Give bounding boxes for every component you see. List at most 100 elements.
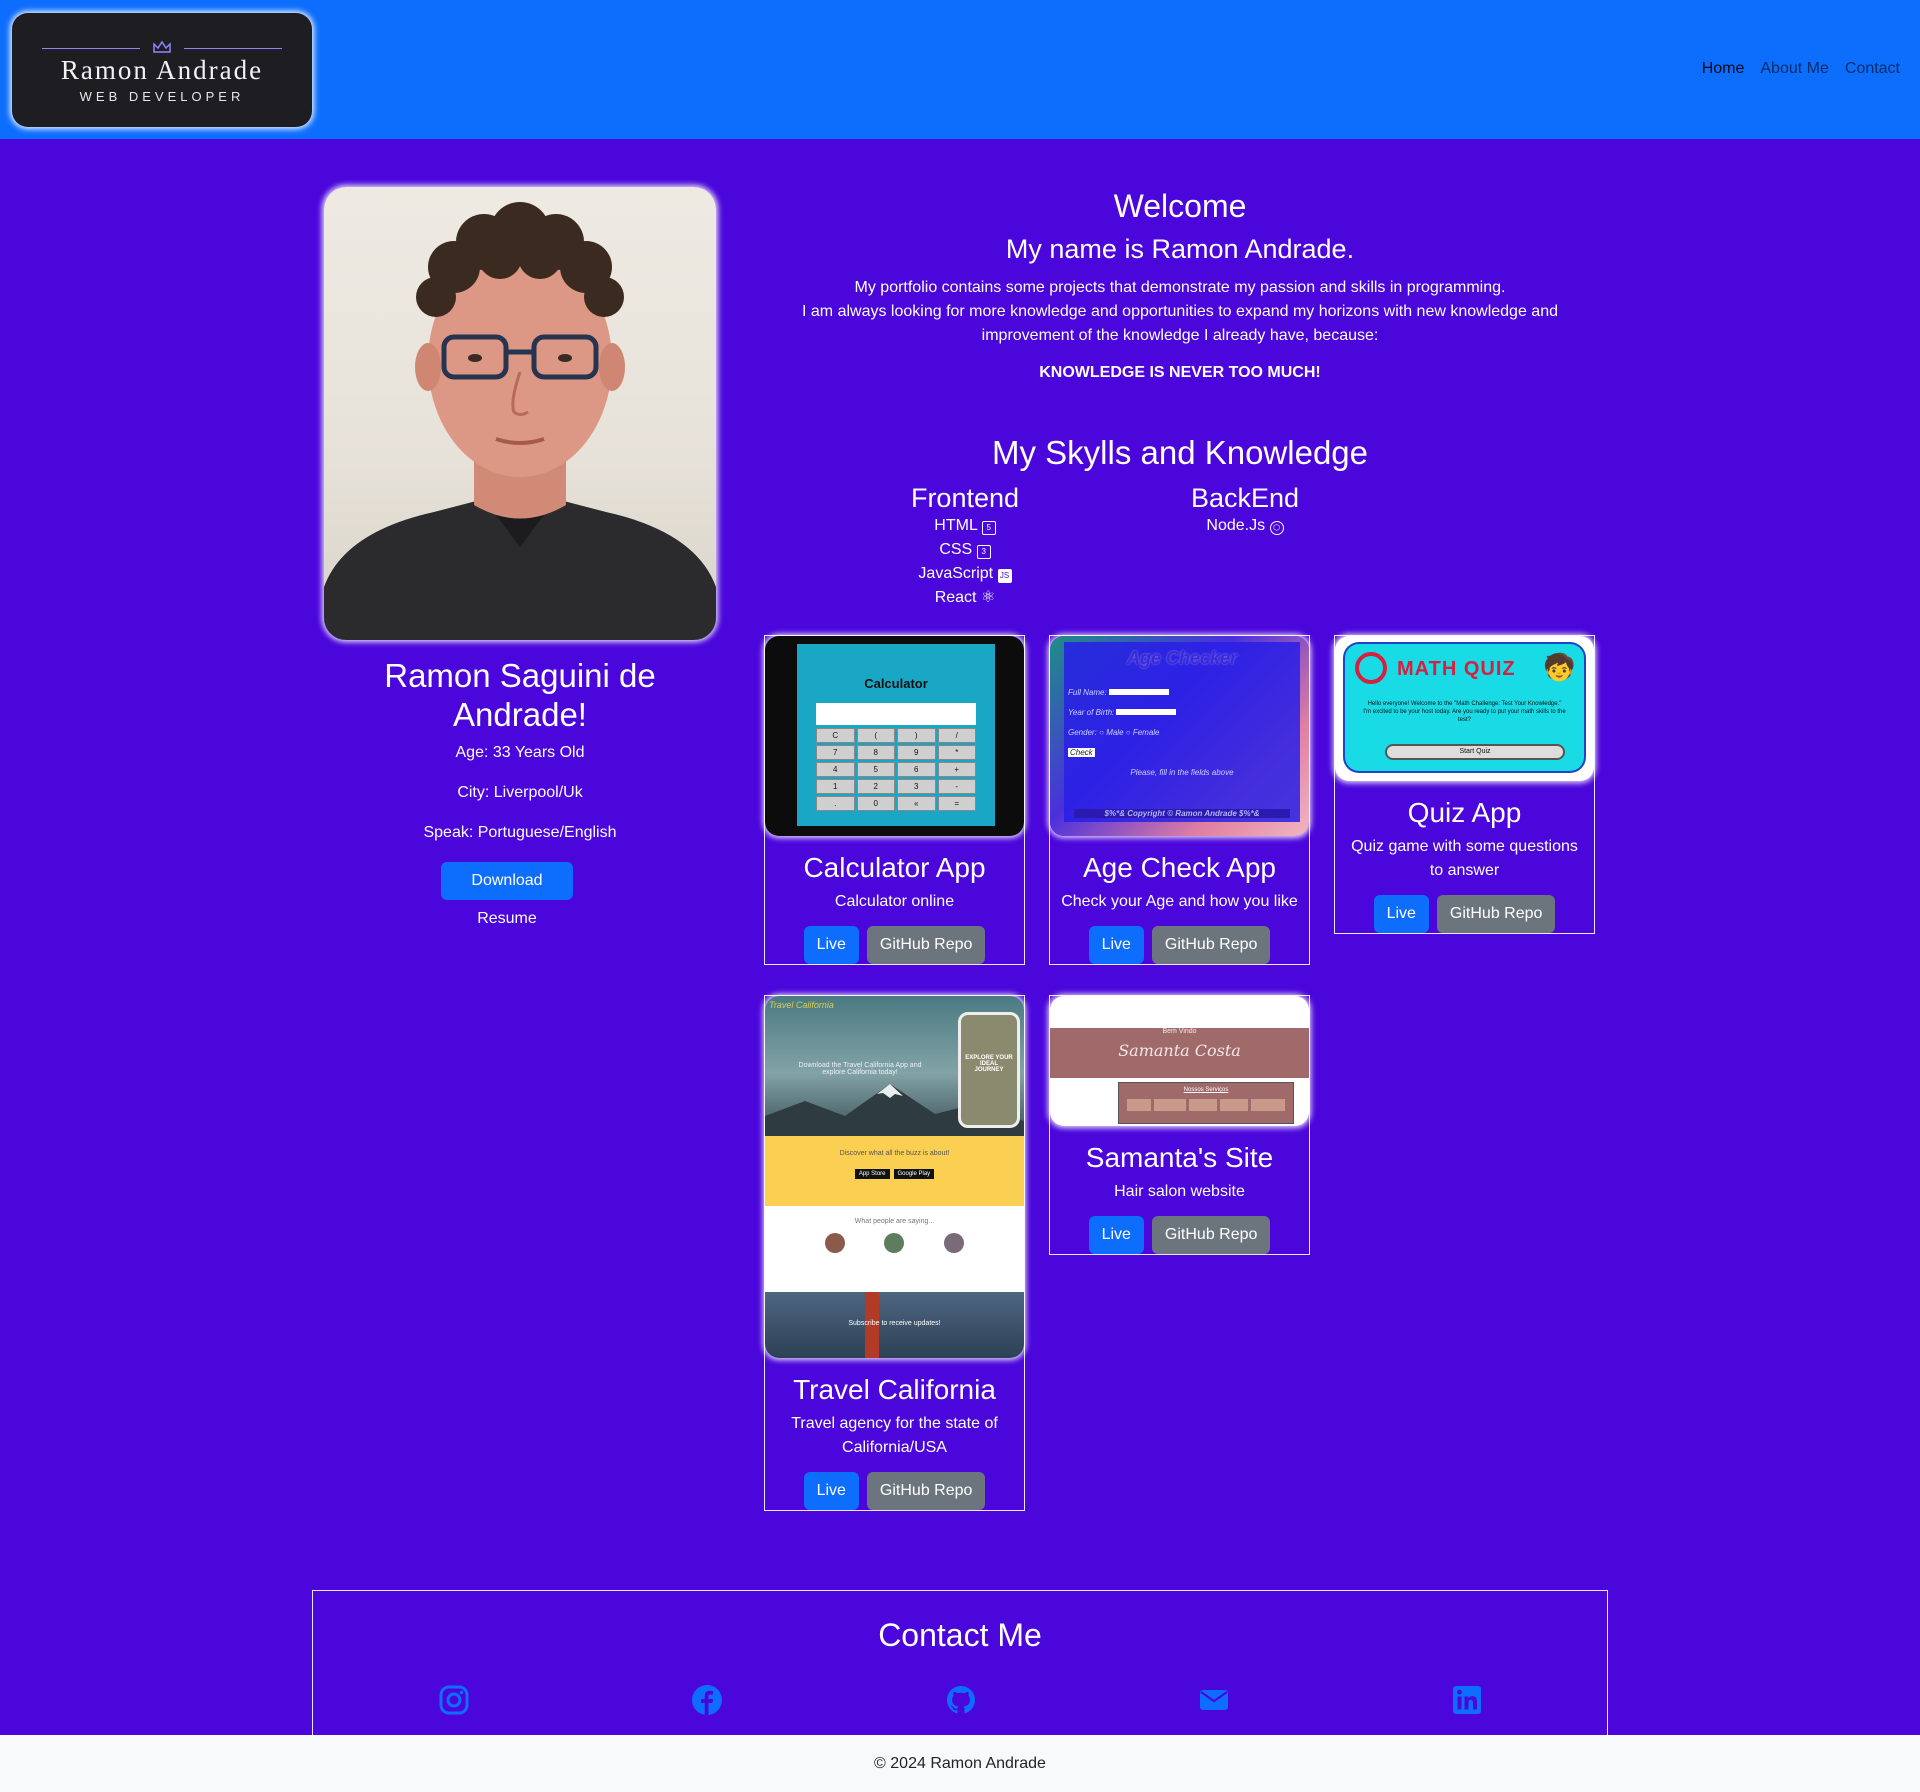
- site-logo[interactable]: Ramon Andrade WEB DEVELOPER: [12, 13, 312, 127]
- quiz-card: MATH QUIZ 🧒 Hello everyone! Welcome to t…: [1345, 644, 1584, 771]
- download-resume-button[interactable]: Download Resume: [441, 862, 573, 927]
- quiz-screenshot[interactable]: MATH QUIZ 🧒 Hello everyone! Welcome to t…: [1335, 636, 1594, 781]
- quiz-start-button: Start Quiz: [1385, 744, 1565, 760]
- github-repo-button[interactable]: GitHub Repo: [1436, 895, 1556, 933]
- calculator-key: 6: [897, 762, 936, 777]
- calculator-key: /: [937, 728, 976, 743]
- github-repo-button[interactable]: GitHub Repo: [1151, 926, 1271, 964]
- copyright-text: © 2024 Ramon Andrade: [874, 1755, 1046, 1772]
- calculator-key: .: [816, 796, 855, 811]
- travel-download-section: Discover what all the buzz is about! App…: [765, 1136, 1024, 1206]
- calculator-key: 8: [856, 745, 895, 760]
- travel-phone-mockup: EXPLORE YOUR IDEAL JOURNEY: [958, 1012, 1020, 1128]
- calculator-key: +: [937, 762, 976, 777]
- css3-icon: 3: [976, 545, 991, 559]
- calculator-key: =: [937, 796, 976, 811]
- calculator-screenshot[interactable]: Calculator C()/ 7 8 9 * 4 5 6 +1 2 3-. 0 «=: [765, 636, 1024, 836]
- calculator-key: C: [816, 728, 855, 743]
- crown-icon: [153, 40, 171, 53]
- project-buttons: Live GitHub Repo: [1050, 926, 1309, 964]
- skill-css: CSS 3: [890, 538, 1040, 562]
- live-button[interactable]: Live: [1088, 1216, 1144, 1254]
- live-button[interactable]: Live: [1088, 926, 1144, 964]
- project-title: Age Check App: [1082, 852, 1277, 883]
- intro-line-2: I am always looking for more knowledge a…: [802, 303, 1558, 344]
- calculator-display: [816, 703, 976, 725]
- main-nav: Home About Me Contact: [1702, 60, 1900, 78]
- project-card-age-check: Age Checker Full Name: Year of Birth: Ge…: [1049, 635, 1310, 965]
- facebook-icon[interactable]: [691, 1684, 723, 1716]
- service-tile: [1220, 1099, 1248, 1111]
- project-title: Travel California: [793, 1374, 996, 1405]
- testimonial-avatar: [884, 1233, 905, 1253]
- travel-testimonials: What people are saying...: [765, 1210, 1024, 1290]
- profile-photo: [324, 187, 716, 640]
- travel-california-screenshot[interactable]: Travel California Download the Travel Ca…: [765, 996, 1024, 1358]
- calculator-key: «: [897, 796, 936, 811]
- project-description: Calculator online: [834, 893, 955, 910]
- project-title: Quiz App: [1407, 797, 1522, 828]
- calculator-keypad: C()/ 7 8 9 * 4 5 6 +1 2 3-. 0 «=: [816, 728, 976, 811]
- travel-hero: Travel California Download the Travel Ca…: [765, 996, 1024, 1136]
- service-tile: [1251, 1099, 1285, 1111]
- profile-city: City: Liverpool/Uk: [457, 784, 583, 801]
- backend-title: BackEnd: [1190, 483, 1300, 513]
- logo-title: Ramon Andrade: [60, 55, 264, 85]
- check-row: Check: [1068, 748, 1095, 757]
- calculator-key: 9: [897, 745, 936, 760]
- service-tile: [1189, 1099, 1217, 1111]
- testimonial-avatar: [824, 1233, 845, 1253]
- page-footer: © 2024 Ramon Andrade: [0, 1735, 1920, 1792]
- project-buttons: Live GitHub Repo: [765, 1472, 1024, 1510]
- project-buttons: Live GitHub Repo: [765, 926, 1024, 964]
- google-play-badge: Google Play: [893, 1169, 935, 1179]
- contact-section: Contact Me: [312, 1590, 1608, 1736]
- github-icon[interactable]: [945, 1684, 977, 1716]
- calculator-key: -: [937, 779, 976, 794]
- email-icon[interactable]: [1198, 1684, 1230, 1716]
- welcome-title: Welcome: [1113, 188, 1247, 224]
- github-repo-button[interactable]: GitHub Repo: [866, 1472, 986, 1510]
- samanta-welcome: Bem Vindo: [1162, 1028, 1197, 1035]
- testimonial-avatar: [944, 1233, 965, 1253]
- project-description: Quiz game with some questions to answer: [1351, 838, 1578, 879]
- travel-subscribe-section: Subscribe to receive updates!: [765, 1292, 1024, 1358]
- html5-icon: 5: [981, 521, 996, 535]
- instagram-icon[interactable]: [438, 1684, 470, 1716]
- quiz-intro: Hello everyone! Welcome to the "Math Cha…: [1363, 701, 1566, 723]
- github-repo-button[interactable]: GitHub Repo: [1151, 1216, 1271, 1254]
- project-card-samanta: Bem Vindo Samanta Costa Nossos Serviços …: [1049, 995, 1310, 1255]
- project-buttons: Live GitHub Repo: [1050, 1216, 1309, 1254]
- live-button[interactable]: Live: [1373, 895, 1429, 933]
- live-button[interactable]: Live: [803, 1472, 859, 1510]
- nav-home-link[interactable]: Home: [1702, 60, 1745, 78]
- year-row: Year of Birth:: [1068, 703, 1296, 723]
- age-check-screenshot[interactable]: Age Checker Full Name: Year of Birth: Ge…: [1050, 636, 1309, 836]
- nav-about-link[interactable]: About Me: [1760, 60, 1828, 78]
- linkedin-icon[interactable]: [1451, 1684, 1483, 1716]
- samanta-screenshot[interactable]: Bem Vindo Samanta Costa Nossos Serviços: [1050, 996, 1309, 1126]
- profile-portrait-illustration: [324, 202, 716, 640]
- nav-contact-link[interactable]: Contact: [1845, 60, 1900, 78]
- calculator-key: 0: [856, 796, 895, 811]
- skill-react: React ⚛: [934, 589, 996, 606]
- motto-text: KNOWLEDGE IS NEVER TOO MUCH!: [1039, 364, 1321, 381]
- samanta-services-box: Nossos Serviços: [1118, 1082, 1294, 1124]
- project-title: Samanta's Site: [1085, 1142, 1274, 1173]
- welcome-subtitle: My name is Ramon Andrade.: [1005, 234, 1355, 264]
- project-description: Hair salon website: [1114, 1183, 1245, 1200]
- calculator-key: 5: [856, 762, 895, 777]
- top-navbar: Ramon Andrade WEB DEVELOPER Home About M…: [0, 0, 1920, 139]
- github-repo-button[interactable]: GitHub Repo: [866, 926, 986, 964]
- live-button[interactable]: Live: [803, 926, 859, 964]
- nodejs-icon: ⬡: [1269, 521, 1284, 535]
- project-description: Check your Age and how you like: [1061, 893, 1298, 910]
- travel-hero-text: Download the Travel California App and e…: [798, 1062, 922, 1076]
- calculator-key: (: [856, 728, 895, 743]
- travel-subscribe-text: Subscribe to receive updates!: [848, 1320, 941, 1327]
- project-buttons: Live GitHub Repo: [1335, 895, 1594, 933]
- samanta-banner: Bem Vindo Samanta Costa: [1050, 1028, 1309, 1078]
- age-hint: Please, fill in the fields above: [1130, 768, 1234, 777]
- frontend-title: Frontend: [910, 483, 1020, 513]
- backend-column: BackEnd Node.Js ⬡: [1170, 482, 1320, 538]
